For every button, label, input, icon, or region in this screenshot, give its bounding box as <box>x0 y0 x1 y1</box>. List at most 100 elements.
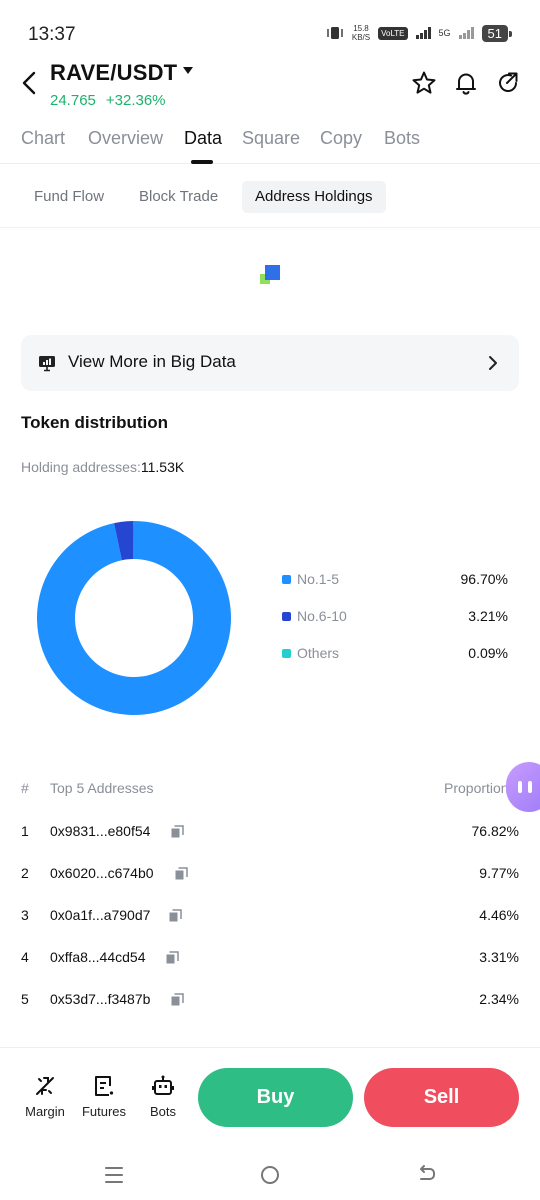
volte-badge: VoLTE <box>378 26 408 40</box>
proportion-cell: 9.77% <box>479 865 519 881</box>
margin-label: Margin <box>25 1104 65 1119</box>
price-change: +32.36% <box>105 92 166 109</box>
copy-icon[interactable] <box>171 825 184 838</box>
pair-title[interactable]: RAVE/USDT <box>50 60 177 86</box>
bots-label: Bots <box>149 1104 176 1119</box>
tab-data[interactable]: Data <box>184 128 222 149</box>
holding-addresses: Holding addresses:11.53K <box>21 459 184 475</box>
subtab-address-holdings[interactable]: Address Holdings <box>242 181 386 213</box>
assistant-bubble[interactable] <box>506 762 540 812</box>
futures-label: Futures <box>81 1104 127 1119</box>
bell-icon[interactable] <box>453 70 479 96</box>
bottom-action-bar: Margin Futures Bots Buy Sell <box>0 1047 540 1147</box>
presentation-chart-icon <box>39 356 55 372</box>
proportion-cell: 2.34% <box>479 991 519 1007</box>
legend-item: No.1-5 96.70% <box>282 568 508 592</box>
pair-dropdown-icon[interactable] <box>183 67 193 74</box>
legend-label: No.1-5 <box>297 571 340 587</box>
active-tab-indicator <box>191 160 213 164</box>
tab-copy[interactable]: Copy <box>320 128 362 149</box>
futures-button[interactable]: Futures <box>74 1074 134 1119</box>
network-speed: 15.8 KB/S <box>351 24 371 42</box>
tab-chart[interactable]: Chart <box>21 128 65 149</box>
sub-tabs: Fund Flow Block Trade Address Holdings <box>0 178 540 228</box>
bot-icon <box>152 1075 174 1095</box>
last-price: 24.765 <box>50 92 96 109</box>
copy-icon[interactable] <box>166 951 179 964</box>
tab-square[interactable]: Square <box>242 128 300 149</box>
return-icon[interactable] <box>415 1164 437 1186</box>
col-rank-header: # <box>21 780 29 796</box>
rank-cell: 5 <box>21 991 29 1007</box>
legend-value: 96.70% <box>460 571 508 587</box>
signal-icon <box>415 27 431 39</box>
table-row: 2 0x6020...c674b0 9.77% <box>0 863 540 887</box>
address-cell: 0x6020...c674b0 <box>50 865 154 881</box>
section-title: Token distribution <box>21 413 169 432</box>
bubble-eye-right <box>528 781 532 793</box>
network-type: 5G <box>438 28 451 38</box>
copy-icon[interactable] <box>171 993 184 1006</box>
share-icon[interactable] <box>495 70 521 96</box>
back-icon[interactable] <box>18 68 42 98</box>
buy-button[interactable]: Buy <box>198 1068 353 1127</box>
rank-cell: 2 <box>21 865 29 881</box>
vibrate-icon <box>327 27 343 39</box>
status-bar: 13:37 15.8 KB/S VoLTE 5G 51 <box>0 0 540 62</box>
proportion-cell: 3.31% <box>479 949 519 965</box>
legend-value: 3.21% <box>468 608 508 624</box>
subtab-block-trade[interactable]: Block Trade <box>126 181 231 213</box>
loading-icon <box>260 265 280 284</box>
header: RAVE/USDT 24.765 +32.36% <box>0 58 540 118</box>
table-row: 3 0x0a1f...a790d7 4.46% <box>0 905 540 929</box>
tab-bots[interactable]: Bots <box>384 128 420 149</box>
price-row: 24.765 +32.36% <box>50 92 166 109</box>
battery-indicator: 51 <box>481 24 513 42</box>
address-cell: 0xffa8...44cd54 <box>50 949 146 965</box>
holding-value: 11.53K <box>140 459 185 475</box>
legend-label: Others <box>297 645 340 661</box>
legend-swatch <box>282 612 291 621</box>
home-icon[interactable] <box>259 1164 281 1186</box>
chevron-right-icon <box>489 356 497 370</box>
table-header: # Top 5 Addresses Proportion <box>0 780 540 802</box>
col-address-header: Top 5 Addresses <box>50 780 154 796</box>
table-row: 4 0xffa8...44cd54 3.31% <box>0 947 540 971</box>
legend-label: No.6-10 <box>297 608 347 624</box>
distribution-donut-chart <box>36 521 232 715</box>
signal-2-icon <box>458 27 474 39</box>
futures-icon <box>95 1076 114 1096</box>
col-proportion-header: Proportion <box>444 780 509 796</box>
star-icon[interactable] <box>411 70 437 96</box>
copy-icon[interactable] <box>175 867 188 880</box>
copy-icon[interactable] <box>169 909 182 922</box>
big-data-label: View More in Big Data <box>68 352 236 371</box>
subtab-fund-flow[interactable]: Fund Flow <box>21 181 117 213</box>
address-cell: 0x53d7...f3487b <box>50 991 151 1007</box>
menu-icon[interactable] <box>103 1164 125 1186</box>
legend-swatch <box>282 575 291 584</box>
main-tabs: Chart Overview Data Square Copy Bots <box>0 124 540 164</box>
system-nav-bar <box>0 1150 540 1200</box>
legend-item: No.6-10 3.21% <box>282 605 508 629</box>
legend-item: Others 0.09% <box>282 642 508 666</box>
legend-swatch <box>282 649 291 658</box>
table-row: 1 0x9831...e80f54 76.82% <box>0 821 540 845</box>
big-data-banner[interactable]: View More in Big Data <box>21 335 519 391</box>
tab-overview[interactable]: Overview <box>88 128 163 149</box>
rank-cell: 4 <box>21 949 29 965</box>
margin-icon <box>36 1077 54 1095</box>
bots-button[interactable]: Bots <box>133 1074 193 1119</box>
margin-button[interactable]: Margin <box>15 1074 75 1119</box>
sell-button[interactable]: Sell <box>364 1068 519 1127</box>
rank-cell: 3 <box>21 907 29 923</box>
proportion-cell: 4.46% <box>479 907 519 923</box>
table-row: 5 0x53d7...f3487b 2.34% <box>0 989 540 1013</box>
status-time: 13:37 <box>28 24 76 45</box>
proportion-cell: 76.82% <box>471 823 519 839</box>
rank-cell: 1 <box>21 823 29 839</box>
legend-value: 0.09% <box>468 645 508 661</box>
bubble-eye-left <box>518 781 522 793</box>
holding-label: Holding addresses: <box>21 459 141 475</box>
address-cell: 0x0a1f...a790d7 <box>50 907 151 923</box>
